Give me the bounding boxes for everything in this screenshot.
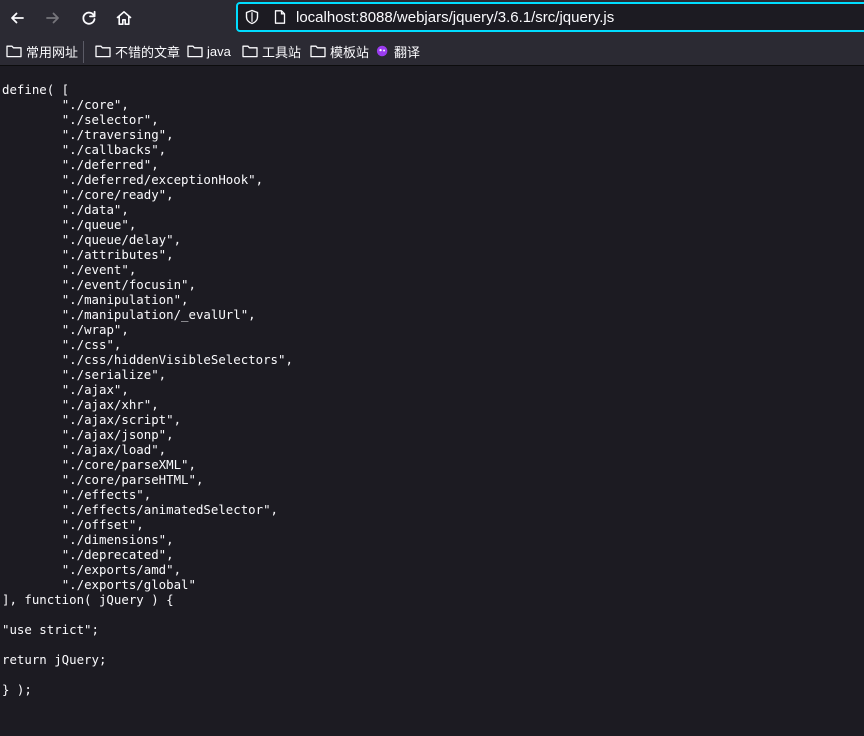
bookmark-separator [83,41,84,63]
bookmark-label: 不错的文章 [115,44,181,60]
bookmark-tool-sites[interactable]: 工具站 [242,41,301,61]
translate-icon [376,45,388,57]
bookmark-label: 翻译 [394,44,421,60]
forward-arrow-icon [46,12,59,24]
reload-button[interactable] [73,2,105,34]
source-code: define( [ "./core", "./selector", "./tra… [2,82,293,697]
shield-icon[interactable] [244,9,260,25]
address-bar[interactable]: localhost:8088/webjars/jquery/3.6.1/src/… [236,2,864,32]
home-icon [116,11,132,25]
bookmark-label: 工具站 [262,44,302,60]
back-button[interactable] [1,2,33,34]
folder-icon [95,45,111,58]
bookmark-good-articles[interactable]: 不错的文章 [95,41,180,61]
folder-icon [242,45,258,58]
back-arrow-icon [11,12,24,24]
bookmark-translate[interactable]: 翻译 [376,41,420,61]
page-content: define( [ "./core", "./selector", "./tra… [0,66,864,736]
url-text[interactable]: localhost:8088/webjars/jquery/3.6.1/src/… [296,9,614,26]
bookmark-label: 模板站 [330,44,370,60]
forward-button[interactable] [37,2,69,34]
bookmark-template-sites[interactable]: 模板站 [310,41,369,61]
reload-icon [82,10,96,25]
bookmark-java[interactable]: java [187,41,231,61]
bookmark-label: java [207,43,231,59]
home-button[interactable] [108,2,140,34]
page-icon[interactable] [272,9,288,25]
bookmark-common-sites[interactable]: 常用网址 [6,41,78,61]
folder-icon [310,45,326,58]
folder-icon [187,45,203,58]
folder-icon [6,45,22,58]
bookmark-label: 常用网址 [26,44,79,60]
browser-toolbar: localhost:8088/webjars/jquery/3.6.1/src/… [0,0,864,36]
